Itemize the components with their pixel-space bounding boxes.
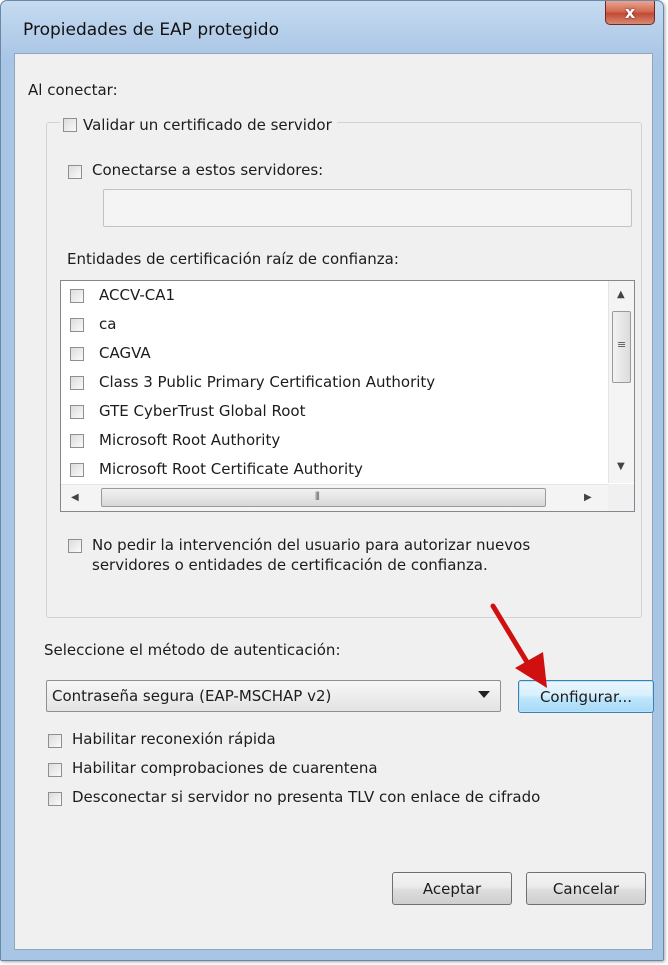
scroll-right-icon[interactable]: ▶ (584, 492, 592, 503)
quarantine-checks-checkbox[interactable] (48, 763, 62, 777)
validate-cert-label: Validar un certificado de servidor (83, 116, 332, 134)
ca-checkbox[interactable] (70, 463, 84, 477)
ca-checkbox[interactable] (70, 289, 84, 303)
disconnect-tlv-label: Desconectar si servidor no presenta TLV … (72, 788, 541, 806)
accept-button[interactable]: Aceptar (392, 872, 512, 905)
validate-cert-checkbox[interactable] (63, 118, 77, 132)
no-prompt-checkbox[interactable] (68, 539, 82, 553)
scroll-left-icon[interactable]: ◀ (71, 492, 79, 503)
grip-icon: ⦀ (315, 490, 320, 503)
ca-label: GTE CyberTrust Global Root (99, 402, 306, 420)
auth-method-select[interactable]: Contraseña segura (EAP-MSCHAP v2) (46, 680, 501, 712)
validate-cert-legend[interactable]: Validar un certificado de servidor (60, 114, 337, 136)
on-connect-heading: Al conectar: (28, 81, 118, 99)
fast-reconnect-checkbox[interactable] (48, 734, 62, 748)
scroll-corner (608, 484, 634, 511)
no-prompt-label: No pedir la intervención del usuario par… (92, 536, 531, 574)
scroll-up-icon[interactable]: ▲ (617, 289, 625, 300)
ca-checkbox[interactable] (70, 434, 84, 448)
fast-reconnect-label: Habilitar reconexión rápida (72, 730, 276, 748)
auth-method-heading: Seleccione el método de autenticación: (44, 641, 341, 659)
ca-list-item[interactable]: ACCV-CA1 (61, 281, 601, 310)
scroll-down-icon[interactable]: ▼ (617, 461, 625, 472)
auth-method-value: Contraseña segura (EAP-MSCHAP v2) (52, 687, 332, 705)
ca-label: Microsoft Root Authority (99, 431, 281, 449)
trusted-ca-list[interactable]: ACCV-CA1 ca CAGVA Class 3 Public Primary… (60, 280, 635, 512)
vertical-scrollbar[interactable]: ▲ ≡ ▼ (608, 281, 634, 483)
grip-icon: ≡ (617, 338, 627, 351)
ca-list-item[interactable]: Microsoft Root Certificate Authority (61, 455, 601, 484)
ca-list-item[interactable]: ca (61, 310, 601, 339)
ca-label: Class 3 Public Primary Certification Aut… (99, 373, 436, 391)
accept-button-label: Aceptar (422, 879, 482, 898)
ca-list-item[interactable]: CAGVA (61, 339, 601, 368)
ca-checkbox[interactable] (70, 376, 84, 390)
horizontal-scrollbar[interactable]: ◀ ⦀ ▶ (61, 484, 608, 511)
chevron-down-icon (478, 691, 490, 698)
ca-checkbox[interactable] (70, 347, 84, 361)
ca-label: ACCV-CA1 (99, 286, 176, 304)
dialog-window: Propiedades de EAP protegido x Al conect… (0, 0, 664, 961)
ca-label: Microsoft Root Certificate Authority (99, 460, 363, 478)
close-icon: x (624, 3, 636, 22)
ca-label: CAGVA (99, 344, 151, 362)
ca-label: ca (99, 315, 117, 333)
connect-servers-label: Conectarse a estos servidores: (92, 161, 324, 179)
disconnect-tlv-checkbox[interactable] (48, 792, 62, 806)
cancel-button[interactable]: Cancelar (526, 872, 646, 905)
annotation-arrow-icon (490, 603, 547, 688)
ca-list-item[interactable]: Microsoft Root Authority (61, 426, 601, 455)
vertical-scroll-thumb[interactable]: ≡ (612, 311, 631, 383)
dialog-client-area: Al conectar: Validar un certificado de s… (14, 53, 654, 950)
quarantine-checks-label: Habilitar comprobaciones de cuarentena (72, 759, 378, 777)
ca-checkbox[interactable] (70, 318, 84, 332)
close-button[interactable]: x (605, 1, 655, 25)
title-bar[interactable]: Propiedades de EAP protegido x (1, 1, 663, 53)
horizontal-scroll-thumb[interactable]: ⦀ (101, 488, 546, 507)
cancel-button-label: Cancelar (552, 879, 620, 898)
servers-input[interactable] (103, 189, 632, 227)
connect-servers-checkbox[interactable] (68, 165, 82, 179)
ca-checkbox[interactable] (70, 405, 84, 419)
ca-list-item[interactable]: GTE CyberTrust Global Root (61, 397, 601, 426)
ca-list-item[interactable]: Class 3 Public Primary Certification Aut… (61, 368, 601, 397)
trusted-ca-heading: Entidades de certificación raíz de confi… (67, 250, 399, 268)
window-title: Propiedades de EAP protegido (23, 20, 279, 40)
